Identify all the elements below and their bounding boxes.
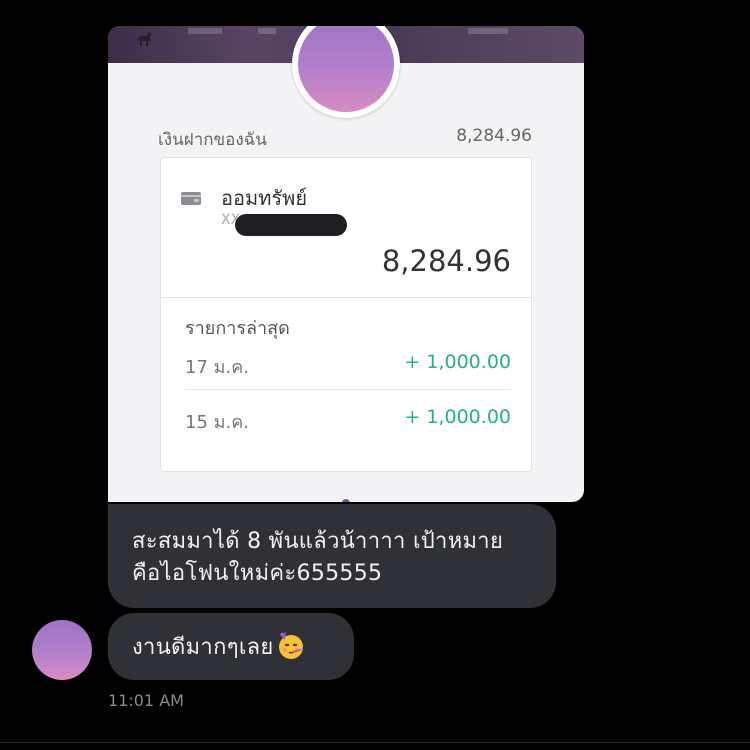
recent-transactions-label: รายการล่าสุด	[185, 318, 290, 339]
profile-picture	[292, 26, 400, 118]
deposit-label: เงินฝากของฉัน	[158, 130, 267, 150]
message-bubble[interactable]: งานดีมากๆเลย	[108, 613, 354, 680]
horse-icon	[137, 32, 152, 46]
avatar[interactable]	[32, 620, 92, 680]
card-divider	[161, 297, 531, 298]
account-card: ออมทรัพย์ XX 8,284.96 รายการล่าสุด 17 ม.…	[160, 157, 532, 472]
message-timestamp: 11:01 AM	[108, 691, 184, 710]
page-indicator-dot	[342, 499, 350, 502]
transaction-amount: + 1,000.00	[404, 406, 511, 428]
message-text-line: คือไอโฟนใหม่ค่ะ655555	[132, 561, 383, 586]
transaction-date: 15 ม.ค.	[185, 412, 249, 433]
transaction-amount: + 1,000.00	[404, 351, 511, 373]
message-text: งานดีมากๆเลย	[132, 635, 274, 660]
deposit-total: 8,284.96	[456, 126, 532, 146]
message-bubble[interactable]: สะสมมาได้ 8 พันแล้วน้าาาา เป้าหมาย คือไอ…	[108, 504, 556, 608]
account-name: ออมทรัพย์	[221, 186, 308, 210]
partying-face-icon	[276, 630, 306, 660]
message-text-line: สะสมมาได้ 8 พันแล้วน้าาาา เป้าหมาย	[132, 529, 504, 554]
transaction-row: 15 ม.ค. + 1,000.00	[185, 404, 511, 436]
account-number-redaction	[235, 214, 347, 236]
transaction-row: 17 ม.ค. + 1,000.00	[185, 349, 511, 381]
wallet-icon	[181, 192, 201, 205]
shared-image[interactable]: เงินฝากของฉัน 8,284.96 ออมทรัพย์ XX 8,28…	[108, 26, 584, 502]
transaction-date: 17 ม.ค.	[185, 357, 249, 378]
account-balance: 8,284.96	[381, 244, 511, 278]
bottom-divider	[0, 742, 750, 743]
transaction-divider	[185, 389, 511, 390]
